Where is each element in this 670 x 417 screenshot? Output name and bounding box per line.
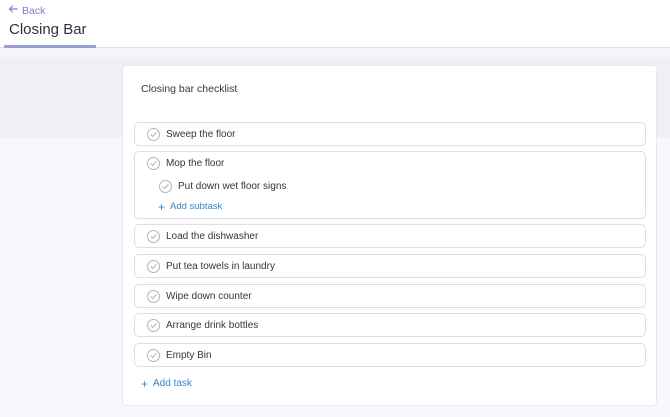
- task-label: Put tea towels in laundry: [166, 261, 275, 272]
- subtask-label: Put down wet floor signs: [178, 181, 287, 192]
- checklist-title: Closing bar checklist: [141, 83, 238, 95]
- check-circle-icon[interactable]: [147, 260, 160, 273]
- check-circle-icon[interactable]: [147, 230, 160, 243]
- check-circle-icon[interactable]: [147, 349, 160, 362]
- add-subtask-label: Add subtask: [170, 201, 223, 212]
- add-task-label: Add task: [153, 378, 192, 389]
- check-circle-icon[interactable]: [147, 128, 160, 141]
- task-item[interactable]: Wipe down counter: [134, 284, 646, 308]
- add-subtask-button[interactable]: + Add subtask: [158, 199, 223, 214]
- add-task-button[interactable]: + Add task: [141, 376, 192, 391]
- back-link[interactable]: Back: [8, 4, 45, 17]
- task-item[interactable]: Empty Bin: [134, 343, 646, 367]
- plus-icon: +: [158, 199, 166, 214]
- task-label: Sweep the floor: [166, 129, 236, 140]
- task-label: Empty Bin: [166, 350, 212, 361]
- task-item[interactable]: Put tea towels in laundry: [134, 254, 646, 278]
- task-item[interactable]: Sweep the floor: [134, 122, 646, 146]
- check-circle-icon[interactable]: [147, 290, 160, 303]
- check-circle-icon[interactable]: [147, 157, 160, 170]
- task-item[interactable]: Mop the floor Put down wet floor signs +…: [134, 151, 646, 219]
- plus-icon: +: [141, 376, 149, 391]
- task-item[interactable]: Arrange drink bottles: [134, 313, 646, 337]
- task-item[interactable]: Load the dishwasher: [134, 224, 646, 248]
- active-tab-indicator: [4, 45, 96, 48]
- subtask-item[interactable]: Put down wet floor signs: [159, 180, 286, 193]
- task-label: Mop the floor: [166, 158, 225, 169]
- check-circle-icon[interactable]: [159, 180, 172, 193]
- arrow-left-icon: [8, 4, 18, 17]
- task-label: Arrange drink bottles: [166, 320, 259, 331]
- task-label: Wipe down counter: [166, 291, 252, 302]
- back-label: Back: [22, 4, 46, 17]
- task-label: Load the dishwasher: [166, 231, 259, 242]
- page-title: Closing Bar: [9, 21, 87, 38]
- checklist-card: Closing bar checklist Sweep the floor Mo…: [122, 65, 657, 406]
- check-circle-icon[interactable]: [147, 319, 160, 332]
- page-header: Back Closing Bar: [0, 0, 670, 48]
